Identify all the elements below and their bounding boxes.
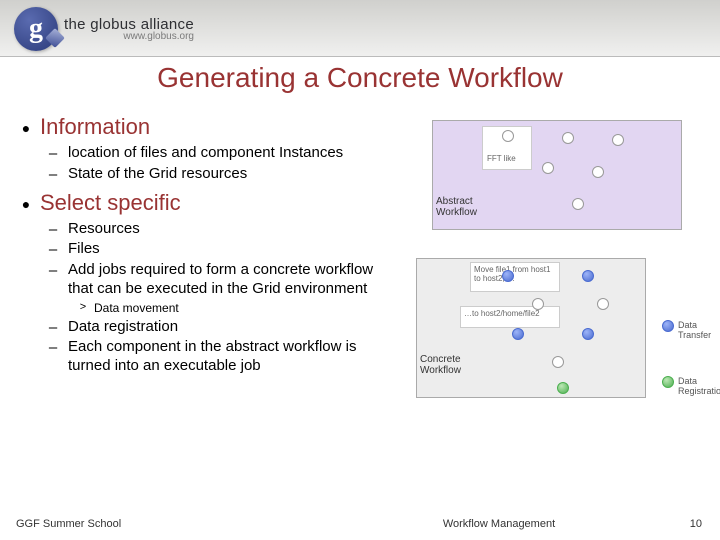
node-icon bbox=[572, 198, 584, 210]
list-item: – Files bbox=[38, 240, 392, 259]
node-icon bbox=[542, 162, 554, 174]
abstract-workflow-label: Abstract Workflow bbox=[436, 196, 477, 218]
footer-center: Workflow Management bbox=[338, 518, 660, 530]
node-icon bbox=[612, 134, 624, 146]
header-band: g the globus alliance www.globus.org bbox=[0, 0, 720, 56]
page-number: 10 bbox=[660, 518, 720, 530]
list-subitem: > Data movement bbox=[72, 301, 392, 315]
node-icon bbox=[552, 356, 564, 368]
node-icon bbox=[592, 166, 604, 178]
legend-dot-icon bbox=[662, 376, 674, 388]
node-icon bbox=[597, 298, 609, 310]
section-heading: Information bbox=[40, 114, 150, 140]
workflow-diagram: Abstract Workflow FFT like Concrete Work… bbox=[412, 120, 712, 460]
list-item: – Each component in the abstract workflo… bbox=[38, 338, 392, 376]
list-item: – location of files and component Instan… bbox=[38, 144, 392, 163]
node-icon bbox=[582, 328, 594, 340]
dash-icon: – bbox=[38, 144, 68, 163]
slide-title: Generating a Concrete Workflow bbox=[0, 62, 720, 94]
legend-dot-icon bbox=[662, 320, 674, 332]
dash-icon: – bbox=[38, 338, 68, 376]
globus-logo-icon: g bbox=[14, 7, 58, 51]
list-item: – Resources bbox=[38, 220, 392, 239]
footer-left: GGF Summer School bbox=[0, 518, 338, 530]
node-icon bbox=[502, 270, 514, 282]
bullet-icon: ● bbox=[12, 190, 40, 216]
slide: g the globus alliance www.globus.org Gen… bbox=[0, 0, 720, 540]
list-item: – Data registration bbox=[38, 318, 392, 337]
concrete-workflow-label: Concrete Workflow bbox=[420, 354, 461, 376]
node-icon bbox=[562, 132, 574, 144]
dash-icon: – bbox=[38, 318, 68, 337]
logo-subtitle: www.globus.org bbox=[64, 32, 194, 42]
node-icon bbox=[557, 382, 569, 394]
bullet-icon: ● bbox=[12, 114, 40, 140]
section-heading: Select specific bbox=[40, 190, 181, 216]
list-item: – Add jobs required to form a concrete w… bbox=[38, 261, 392, 299]
chevron-icon: > bbox=[72, 301, 94, 315]
header-divider bbox=[0, 56, 720, 58]
dash-icon: – bbox=[38, 240, 68, 259]
section-select: ● Select specific bbox=[12, 190, 392, 216]
node-icon bbox=[502, 130, 514, 142]
section-information: ● Information bbox=[12, 114, 392, 140]
dash-icon: – bbox=[38, 261, 68, 299]
node-icon bbox=[512, 328, 524, 340]
logo-title: the globus alliance bbox=[64, 17, 194, 32]
footer: GGF Summer School Workflow Management 10 bbox=[0, 518, 720, 530]
node-icon bbox=[532, 298, 544, 310]
node-icon bbox=[582, 270, 594, 282]
logo-text: the globus alliance www.globus.org bbox=[64, 17, 194, 42]
logo: g the globus alliance www.globus.org bbox=[0, 7, 194, 51]
dash-icon: – bbox=[38, 220, 68, 239]
legend-label: Data Transfer bbox=[678, 320, 712, 340]
content-body: ● Information – location of files and co… bbox=[12, 108, 392, 378]
list-item: – State of the Grid resources bbox=[38, 165, 392, 184]
legend-label: Data Registration bbox=[678, 376, 720, 396]
dash-icon: – bbox=[38, 165, 68, 184]
